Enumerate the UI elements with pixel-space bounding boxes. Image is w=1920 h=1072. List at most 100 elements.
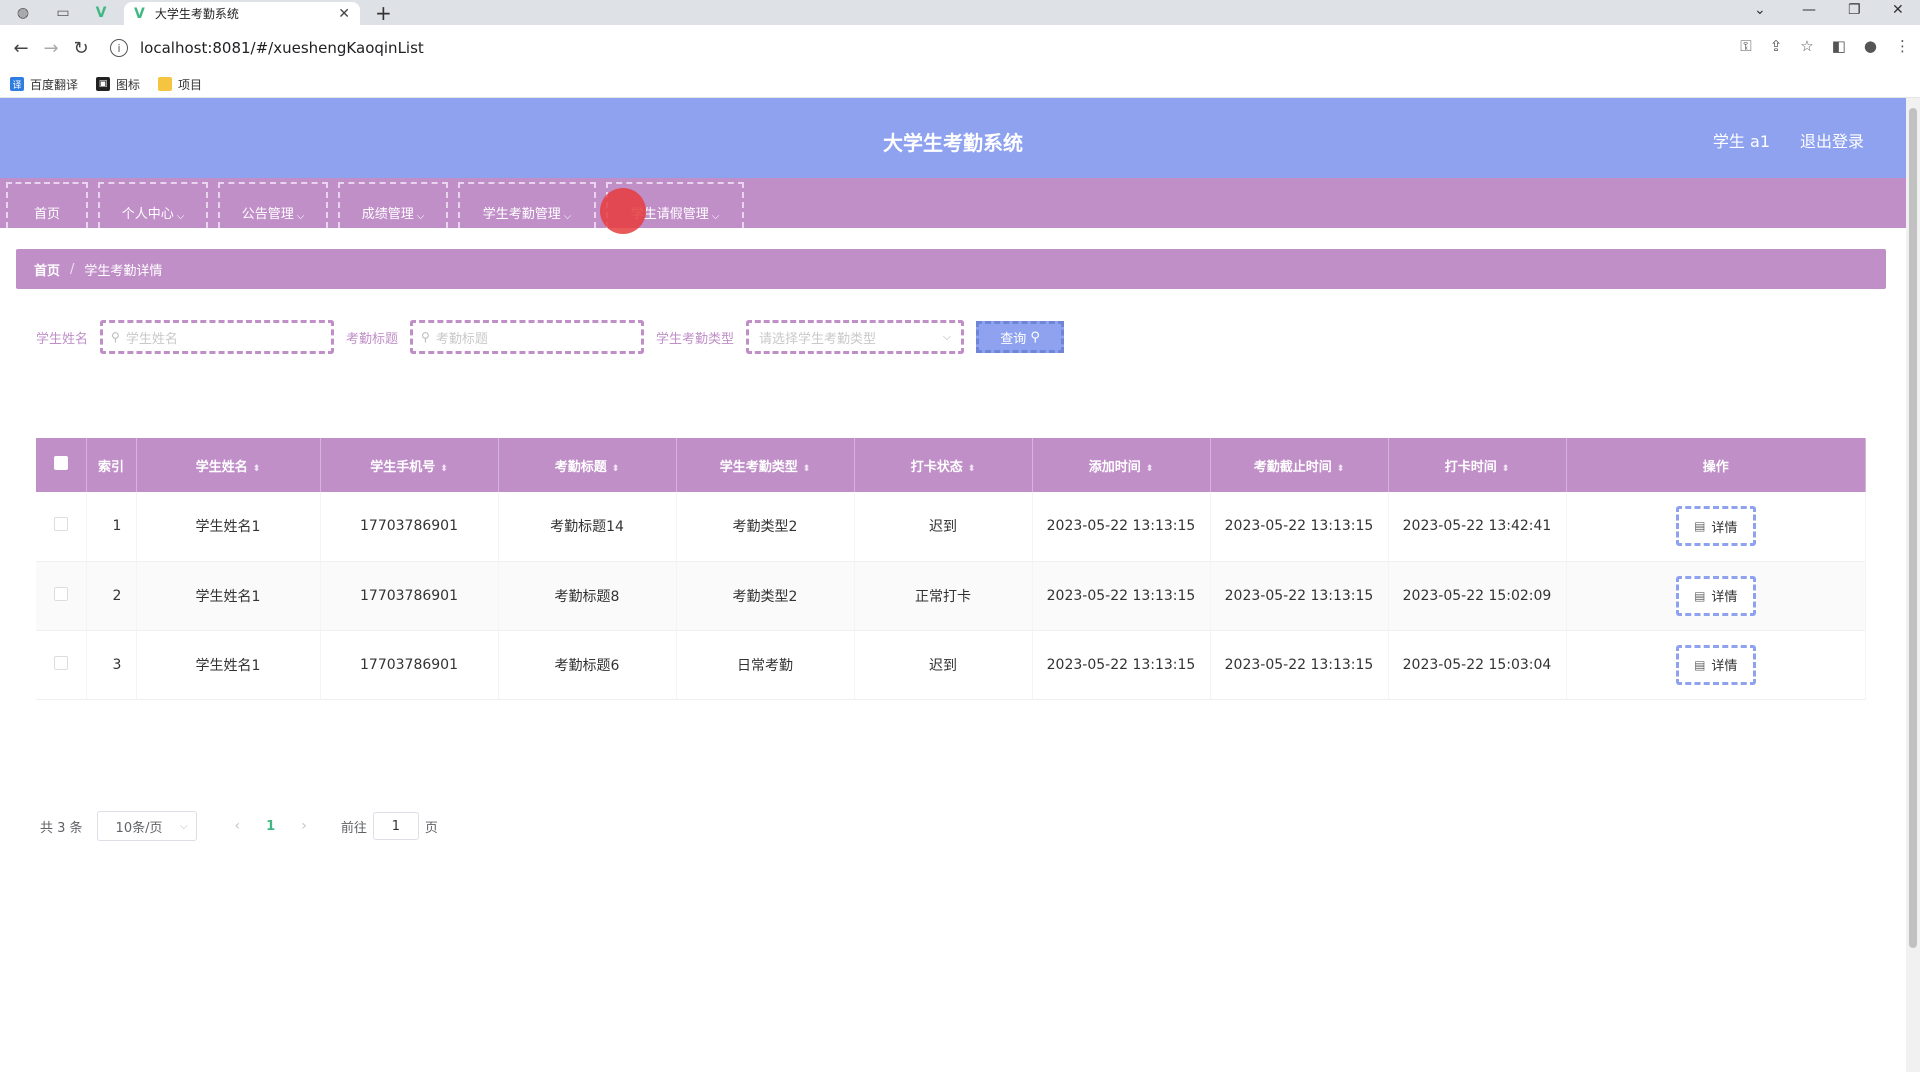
forward-icon[interactable]: → bbox=[38, 38, 64, 59]
key-icon[interactable]: ⚿ bbox=[1740, 37, 1751, 55]
page-scrollbar[interactable] bbox=[1906, 98, 1920, 1072]
new-tab-icon[interactable]: + bbox=[375, 1, 392, 25]
cell-deadline: 2023-05-22 13:13:15 bbox=[1210, 561, 1389, 631]
cell-type: 日常考勤 bbox=[676, 630, 855, 700]
site-info-icon[interactable]: i bbox=[110, 39, 128, 57]
table-header-row: 索引 学生姓名 ⬍ 学生手机号 ⬍ 考勤标题 ⬍ 学生考勤类型 ⬍ 打卡状态 ⬍ 添加时间… bbox=[36, 438, 1866, 492]
breadcrumb-home[interactable]: 首页 bbox=[34, 260, 60, 279]
side-panel-icon[interactable]: ◧ bbox=[1832, 37, 1846, 55]
breadcrumb-current: 学生考勤详情 bbox=[84, 263, 163, 279]
col-name[interactable]: 学生姓名 ⬍ bbox=[136, 438, 321, 492]
total-count: 共 3 条 bbox=[40, 820, 83, 836]
active-tab[interactable]: V 大学生考勤系统 ✕ bbox=[124, 2, 360, 25]
detail-button[interactable]: ▤ 详情 bbox=[1675, 506, 1756, 547]
detail-button[interactable]: ▤ 详情 bbox=[1675, 575, 1756, 616]
sort-icon: ⬍ bbox=[440, 463, 448, 474]
url-field[interactable]: i localhost:8081/#/xueshengKaoqinList bbox=[110, 32, 1710, 64]
query-button[interactable]: 查询 ⚲ bbox=[976, 321, 1065, 353]
cell-deadline: 2023-05-22 13:13:15 bbox=[1210, 492, 1389, 562]
search-icon: ⚲ bbox=[111, 330, 120, 344]
prev-page-icon[interactable]: ‹ bbox=[235, 818, 241, 834]
cell-status: 正常打卡 bbox=[854, 561, 1033, 631]
logout-link[interactable]: 退出登录 bbox=[1800, 128, 1864, 152]
type-select[interactable]: 请选择学生考勤类型 ⌵ bbox=[746, 320, 965, 354]
row-checkbox[interactable] bbox=[36, 630, 87, 700]
title-search-input[interactable]: ⚲ 考勤标题 bbox=[410, 320, 645, 354]
close-window-icon[interactable]: ✕ bbox=[1892, 2, 1904, 18]
col-type[interactable]: 学生考勤类型 ⬍ bbox=[676, 438, 855, 492]
profile-icon[interactable]: ● bbox=[1864, 37, 1877, 55]
back-icon[interactable]: ← bbox=[8, 38, 34, 59]
table-row: 2 学生姓名1 17703786901 考勤标题8 考勤类型2 正常打卡 202… bbox=[36, 561, 1866, 631]
bookmark-icons[interactable]: ▣ 图标 bbox=[96, 76, 140, 93]
page-size-select[interactable]: 10条/页 ⌵ bbox=[96, 811, 197, 841]
menu-attendance[interactable]: 学生考勤管理 ⌵ bbox=[458, 182, 596, 228]
cell-action: ▤ 详情 bbox=[1566, 561, 1866, 631]
col-action: 操作 bbox=[1566, 438, 1866, 492]
col-added[interactable]: 添加时间 ⬍ bbox=[1032, 438, 1211, 492]
bookmark-project[interactable]: 项目 bbox=[158, 76, 202, 93]
share-icon[interactable]: ⇪ bbox=[1770, 37, 1783, 55]
row-checkbox[interactable] bbox=[36, 561, 87, 631]
app-root: 大学生考勤系统 学生 a1 退出登录 首页 个人中心 ⌵ 公告管理 ⌵ 成绩管理 ⌵ … bbox=[0, 98, 1906, 1072]
app-header: 大学生考勤系统 学生 a1 退出登录 bbox=[0, 98, 1906, 178]
minimize-icon[interactable]: — bbox=[1802, 2, 1816, 18]
translate-icon: 译 bbox=[10, 77, 24, 91]
chevron-down-icon: ⌵ bbox=[176, 211, 185, 222]
cell-type: 考勤类型2 bbox=[676, 561, 855, 631]
chevron-down-icon: ⌵ bbox=[416, 211, 425, 222]
document-icon: ▤ bbox=[1694, 588, 1706, 603]
star-icon[interactable]: ☆ bbox=[1800, 37, 1813, 55]
cell-added: 2023-05-22 13:13:15 bbox=[1032, 492, 1211, 562]
goto-page-input[interactable]: 1 bbox=[372, 812, 419, 840]
vue-tab-icon[interactable]: V bbox=[88, 2, 114, 24]
current-page[interactable]: 1 bbox=[266, 819, 275, 834]
scrollbar-thumb[interactable] bbox=[1909, 108, 1917, 948]
reload-icon[interactable]: ↻ bbox=[68, 38, 94, 59]
cell-name: 学生姓名1 bbox=[136, 561, 321, 631]
col-phone[interactable]: 学生手机号 ⬍ bbox=[320, 438, 499, 492]
cell-status: 迟到 bbox=[854, 630, 1033, 700]
document-icon: ▤ bbox=[1694, 657, 1706, 672]
chevron-down-icon: ⌵ bbox=[942, 330, 952, 343]
top-menu: 首页 个人中心 ⌵ 公告管理 ⌵ 成绩管理 ⌵ 学生考勤管理 ⌵ 学生请假管理 ⌵ bbox=[0, 178, 1906, 228]
cell-phone: 17703786901 bbox=[320, 630, 499, 700]
bookmark-baidu-translate[interactable]: 译 百度翻译 bbox=[10, 76, 78, 93]
cell-added: 2023-05-22 13:13:15 bbox=[1032, 630, 1211, 700]
page-suffix: 页 bbox=[424, 820, 438, 836]
detail-button[interactable]: ▤ 详情 bbox=[1675, 644, 1756, 685]
cell-index: 1 bbox=[86, 492, 137, 562]
name-label: 学生姓名 bbox=[36, 331, 89, 347]
cell-punch: 2023-05-22 15:02:09 bbox=[1388, 561, 1567, 631]
cell-index: 2 bbox=[86, 561, 137, 631]
blank-tab-icon[interactable]: ▭ bbox=[50, 2, 76, 24]
select-all-checkbox[interactable] bbox=[36, 438, 87, 492]
col-deadline[interactable]: 考勤截止时间 ⬍ bbox=[1210, 438, 1389, 492]
tab-search-icon[interactable]: ⌄ bbox=[1754, 2, 1766, 18]
title-label: 考勤标题 bbox=[346, 331, 399, 347]
menu-notice[interactable]: 公告管理 ⌵ bbox=[218, 182, 328, 228]
attendance-table: 索引 学生姓名 ⬍ 学生手机号 ⬍ 考勤标题 ⬍ 学生考勤类型 ⬍ 打卡状态 ⬍ 添加时间… bbox=[36, 438, 1866, 700]
cell-added: 2023-05-22 13:13:15 bbox=[1032, 561, 1211, 631]
name-search-input[interactable]: ⚲ 学生姓名 bbox=[100, 320, 335, 354]
pagination: 共 3 条 10条/页 ⌵ ‹ 1 › 前往 1 页 bbox=[40, 811, 438, 841]
document-icon: ▤ bbox=[1694, 519, 1706, 534]
row-checkbox[interactable] bbox=[36, 492, 87, 562]
menu-home[interactable]: 首页 bbox=[6, 182, 88, 228]
goto-label: 前往 bbox=[340, 820, 367, 836]
col-punch[interactable]: 打卡时间 ⬍ bbox=[1388, 438, 1567, 492]
address-bar: ← → ↻ i localhost:8081/#/xueshengKaoqinL… bbox=[0, 25, 1920, 71]
globe-icon[interactable]: ◍ bbox=[10, 2, 36, 24]
cell-phone: 17703786901 bbox=[320, 492, 499, 562]
col-title[interactable]: 考勤标题 ⬍ bbox=[498, 438, 677, 492]
cell-title: 考勤标题8 bbox=[498, 561, 677, 631]
restore-icon[interactable]: ❐ bbox=[1848, 2, 1861, 18]
close-tab-icon[interactable]: ✕ bbox=[338, 6, 350, 22]
next-page-icon[interactable]: › bbox=[301, 818, 307, 834]
col-index: 索引 bbox=[86, 438, 137, 492]
col-status[interactable]: 打卡状态 ⬍ bbox=[854, 438, 1033, 492]
cell-deadline: 2023-05-22 13:13:15 bbox=[1210, 630, 1389, 700]
more-icon[interactable]: ⋮ bbox=[1895, 37, 1910, 55]
menu-grades[interactable]: 成绩管理 ⌵ bbox=[338, 182, 448, 228]
menu-personal-center[interactable]: 个人中心 ⌵ bbox=[98, 182, 208, 228]
